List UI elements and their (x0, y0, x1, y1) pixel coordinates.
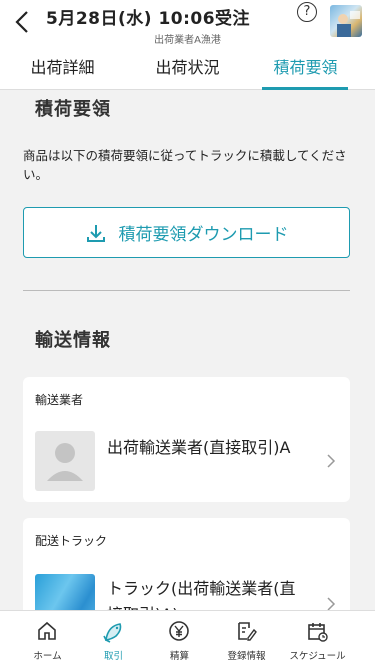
app-header: 5月28日(水) 10:06受注 出荷業者A漁港 ? (0, 0, 375, 50)
nav-settlement-label: 精算 (169, 651, 189, 662)
nav-schedule-label: スケジュール (289, 651, 346, 662)
help-icon[interactable]: ? (297, 2, 317, 22)
nav-registration[interactable]: 登録情報 (209, 611, 284, 666)
truck-card[interactable]: 配送トラック トラック(出荷輸送業者(直接取引)A) (23, 518, 350, 610)
nav-home-label: ホーム (33, 651, 62, 662)
nav-registration-label: 登録情報 (227, 651, 266, 662)
tab-shipping-details[interactable]: 出荷詳細 (0, 50, 125, 90)
truck-label: 配送トラック (35, 534, 108, 548)
home-icon (38, 621, 56, 640)
person-placeholder-icon (35, 431, 95, 491)
nav-home[interactable]: ホーム (10, 611, 85, 666)
truck-name: トラック(出荷輸送業者(直接取引)A) (107, 579, 296, 610)
download-icon (86, 224, 105, 242)
download-button-label: 積荷要領ダウンロード (118, 225, 289, 245)
carrier-label: 輸送業者 (35, 393, 84, 407)
download-loading-guide-button[interactable]: 積荷要領ダウンロード (23, 207, 350, 258)
yen-icon (169, 621, 189, 641)
loading-guide-description: 商品は以下の積荷要領に従ってトラックに積載してください。 (23, 148, 347, 182)
main-content[interactable]: 積荷要領 商品は以下の積荷要領に従ってトラックに積載してください。 積荷要領ダウ… (0, 90, 375, 610)
carrier-card[interactable]: 輸送業者 出荷輸送業者(直接取引)A (23, 377, 350, 502)
loading-guide-heading: 積荷要領 (35, 99, 111, 120)
nav-trade-label: 取引 (103, 651, 123, 662)
tab-loading-guide[interactable]: 積荷要領 (243, 50, 368, 90)
calendar-icon (308, 623, 328, 642)
tab-shipping-status[interactable]: 出荷状況 (125, 50, 250, 90)
bottom-navigation: ホーム 取引 精算 登録情報 スケジュール (0, 610, 375, 666)
truck-image (35, 574, 95, 610)
page-subtitle: 出荷業者A漁港 (154, 35, 221, 46)
nav-trade[interactable]: 取引 (76, 611, 151, 666)
nav-schedule[interactable]: スケジュール (280, 611, 355, 666)
tab-bar: 出荷詳細 出荷状況 積荷要領 (0, 50, 375, 90)
transport-info-heading: 輸送情報 (35, 330, 111, 351)
carrier-name: 出荷輸送業者(直接取引)A (107, 438, 291, 457)
user-avatar[interactable] (330, 5, 362, 37)
nav-settlement[interactable]: 精算 (142, 611, 217, 666)
page-title: 5月28日(水) 10:06受注 (46, 9, 251, 29)
edit-document-icon (238, 622, 257, 641)
chevron-right-icon (327, 454, 336, 468)
chevron-right-icon (327, 597, 336, 610)
section-divider (23, 290, 350, 291)
fish-icon (103, 623, 122, 643)
